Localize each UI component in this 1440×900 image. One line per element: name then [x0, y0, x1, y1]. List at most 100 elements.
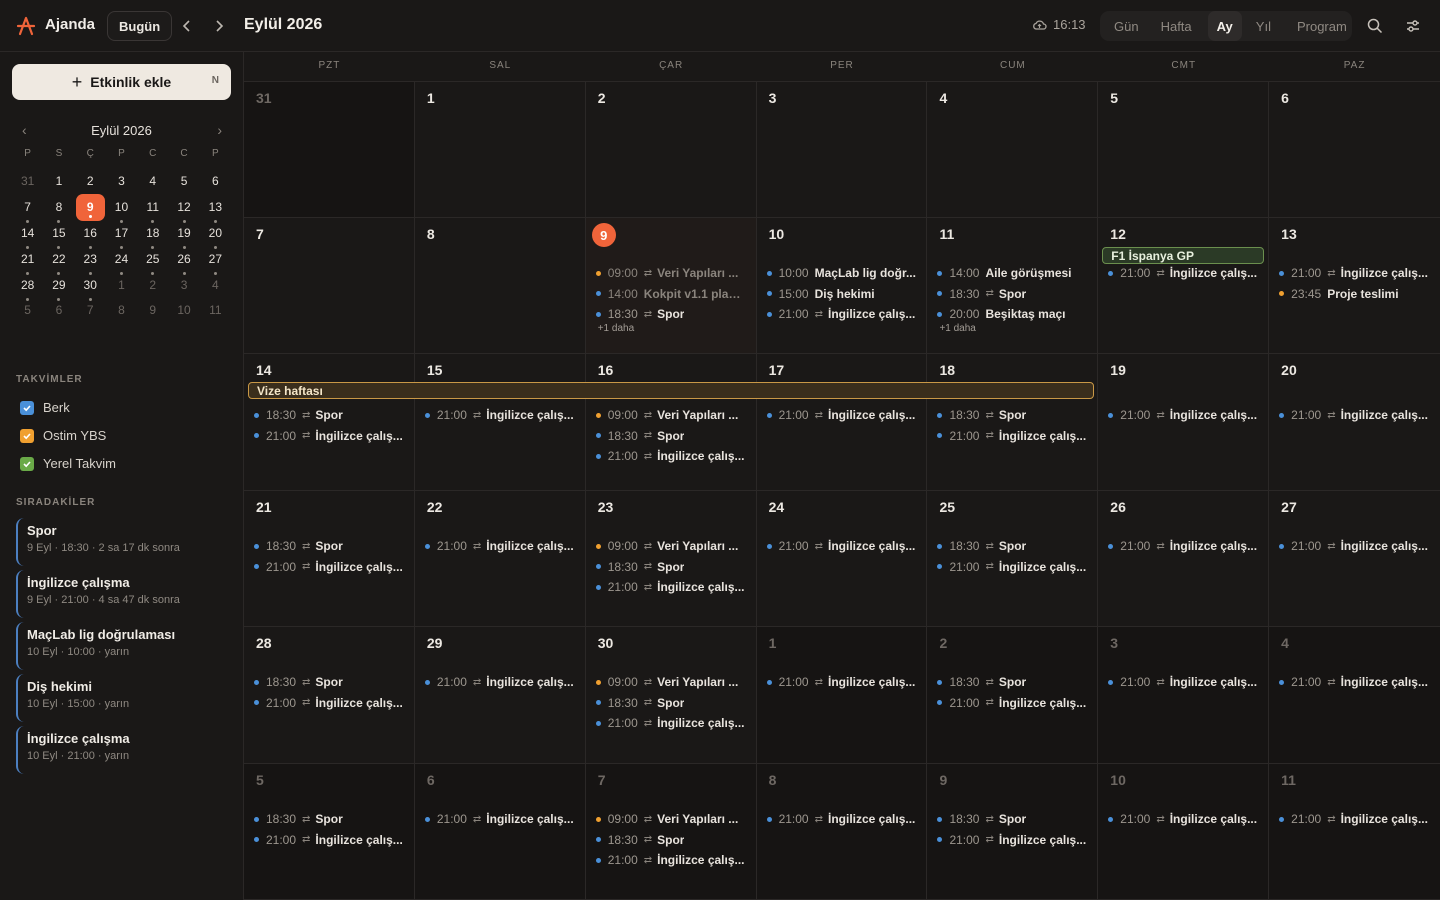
calendar-event[interactable]: 18:30 ⇄ Spor: [254, 673, 406, 691]
calendar-event[interactable]: 21:00 ⇄ İngilizce çalış...: [1279, 673, 1432, 691]
day-cell[interactable]: 11 14:00 Aile görüşmesi 18:30 ⇄ Spor 20:00 Beşi…: [927, 218, 1099, 353]
mini-calendar-day[interactable]: 7: [75, 297, 106, 324]
calendar-event[interactable]: 18:30 ⇄ Spor: [254, 537, 406, 555]
calendar-event[interactable]: 21:00 ⇄ İngilizce çalış...: [1279, 537, 1432, 555]
more-events-link[interactable]: +1 daha: [598, 323, 634, 334]
mini-calendar-day[interactable]: 28: [12, 272, 43, 301]
upnext-item[interactable]: Spor 9 Eyl · 18:30 · 2 sa 17 dk sonra: [16, 518, 231, 566]
day-cell[interactable]: 5: [1098, 82, 1270, 217]
day-cell[interactable]: 30 09:00 ⇄ Veri Yapıları ... 18:30 ⇄ Spor 21:00…: [586, 627, 757, 763]
day-cell[interactable]: 23 09:00 ⇄ Veri Yapıları ... 18:30 ⇄ Spor 21:00…: [586, 491, 757, 626]
day-cell[interactable]: 5 18:30 ⇄ Spor 21:00 ⇄ İngilizce çalış...: [244, 764, 415, 899]
add-event-button[interactable]: + Etkinlik ekle N: [12, 64, 231, 100]
day-cell[interactable]: 28 18:30 ⇄ Spor 21:00 ⇄ İngilizce çalış...: [244, 627, 415, 763]
mini-calendar-day[interactable]: 15: [43, 220, 74, 249]
mini-calendar-day[interactable]: 20: [200, 220, 231, 249]
calendar-event[interactable]: 21:00 ⇄ İngilizce çalış...: [595, 578, 748, 596]
mini-calendar-day[interactable]: 26: [168, 246, 199, 275]
calendar-event[interactable]: 21:00 ⇄ İngilizce çalış...: [766, 673, 919, 691]
calendar-event[interactable]: 21:00 ⇄ İngilizce çalış...: [424, 673, 577, 691]
day-cell[interactable]: 27 21:00 ⇄ İngilizce çalış...: [1269, 491, 1440, 626]
mini-calendar-day[interactable]: 8: [106, 297, 137, 324]
day-cell[interactable]: 1: [415, 82, 586, 217]
calendar-event[interactable]: 21:00 ⇄ İngilizce çalış...: [937, 831, 1089, 849]
day-cell[interactable]: 18 18:30 ⇄ Spor 21:00 ⇄ İngilizce çalış...: [927, 354, 1099, 490]
calendar-event[interactable]: 21:00 ⇄ İngilizce çalış...: [254, 558, 406, 576]
calendar-event[interactable]: 21:00 ⇄ İngilizce çalış...: [254, 694, 406, 712]
multi-day-event[interactable]: Vize haftası: [248, 382, 1094, 399]
calendar-event[interactable]: 18:30 ⇄ Spor: [937, 673, 1089, 691]
day-cell[interactable]: 3 21:00 ⇄ İngilizce çalış...: [1098, 627, 1270, 763]
mini-calendar-day[interactable]: 12: [168, 194, 199, 223]
mini-calendar-day[interactable]: 9: [137, 297, 168, 324]
calendar-event[interactable]: 14:00 Kokpit v1.1 planl...: [595, 285, 748, 303]
calendar-event[interactable]: 21:00 ⇄ İngilizce çalış...: [595, 447, 748, 465]
mini-calendar-day[interactable]: 25: [137, 246, 168, 275]
calendar-event[interactable]: 18:30 ⇄ Spor: [595, 831, 748, 849]
mini-calendar-day[interactable]: 2: [75, 168, 106, 195]
mini-calendar-day[interactable]: 6: [200, 168, 231, 195]
mini-calendar-day[interactable]: 11: [200, 297, 231, 324]
mini-calendar-day[interactable]: 9: [75, 193, 106, 221]
mini-calendar-day[interactable]: 7: [12, 194, 43, 223]
calendar-event[interactable]: 15:00 Diş hekimi: [766, 285, 919, 303]
calendar-event[interactable]: 09:00 ⇄ Veri Yapıları ...: [595, 264, 748, 282]
day-cell[interactable]: 6: [1269, 82, 1440, 217]
mini-calendar-day[interactable]: 5: [168, 168, 199, 195]
mini-calendar-day[interactable]: 17: [106, 220, 137, 249]
calendar-event[interactable]: 18:30 ⇄ Spor: [595, 558, 748, 576]
calendar-event[interactable]: 09:00 ⇄ Veri Yapıları ...: [595, 810, 748, 828]
calendar-event[interactable]: 21:00 ⇄ İngilizce çalış...: [424, 406, 577, 424]
mini-calendar-day[interactable]: 21: [12, 246, 43, 275]
calendar-event[interactable]: 21:00 ⇄ İngilizce çalış...: [766, 537, 919, 555]
mini-calendar-day[interactable]: 3: [168, 272, 199, 299]
mini-calendar-day[interactable]: 18: [137, 220, 168, 249]
calendar-event[interactable]: 21:00 ⇄ İngilizce çalış...: [1279, 406, 1432, 424]
day-cell[interactable]: 26 21:00 ⇄ İngilizce çalış...: [1098, 491, 1270, 626]
day-cell[interactable]: 8 21:00 ⇄ İngilizce çalış...: [756, 764, 928, 899]
day-cell[interactable]: 20 21:00 ⇄ İngilizce çalış...: [1269, 354, 1440, 490]
day-cell[interactable]: 3: [757, 82, 928, 217]
day-cell[interactable]: 25 18:30 ⇄ Spor 21:00 ⇄ İngilizce çalış...: [927, 491, 1099, 626]
calendar-event[interactable]: 21:00 ⇄ İngilizce çalış...: [254, 831, 406, 849]
day-cell[interactable]: 9 18:30 ⇄ Spor 21:00 ⇄ İngilizce çalış...: [927, 764, 1099, 899]
day-cell[interactable]: 1 21:00 ⇄ İngilizce çalış...: [756, 627, 928, 763]
day-cell[interactable]: 4: [927, 82, 1099, 217]
calendar-event[interactable]: 18:30 ⇄ Spor: [254, 406, 406, 424]
view-day[interactable]: Gün: [1108, 11, 1145, 41]
view-agenda[interactable]: Program: [1291, 11, 1353, 41]
day-cell[interactable]: 9 09:00 ⇄ Veri Yapıları ... 14:00 Kokpit v1.1…: [585, 218, 757, 353]
search-button[interactable]: [1364, 15, 1386, 37]
mini-calendar-day[interactable]: 10: [106, 194, 137, 223]
day-cell[interactable]: 14 18:30 ⇄ Spor 21:00 ⇄ İngilizce çalış...: [244, 354, 415, 490]
day-cell[interactable]: 10 21:00 ⇄ İngilizce çalış...: [1098, 764, 1270, 899]
calendar-event[interactable]: 21:00 ⇄ İngilizce çalış...: [766, 810, 919, 828]
calendar-event[interactable]: 18:30 ⇄ Spor: [937, 537, 1089, 555]
mini-calendar-day[interactable]: 1: [106, 272, 137, 299]
next-period-button[interactable]: [208, 14, 230, 38]
mini-calendar-day[interactable]: 14: [12, 220, 43, 249]
calendar-event[interactable]: 18:30 ⇄ Spor: [254, 810, 406, 828]
settings-button[interactable]: [1402, 15, 1424, 37]
calendar-toggle[interactable]: Ostim YBS: [20, 428, 106, 443]
mini-calendar-day[interactable]: 4: [200, 272, 231, 299]
calendar-event[interactable]: 21:00 ⇄ İngilizce çalış...: [1108, 406, 1260, 424]
view-year[interactable]: Yıl: [1250, 11, 1277, 41]
day-cell[interactable]: 8: [415, 218, 586, 353]
mini-next-month-button[interactable]: ›: [217, 122, 222, 138]
calendar-event[interactable]: 18:30 ⇄ Spor: [937, 285, 1089, 303]
calendar-event[interactable]: 09:00 ⇄ Veri Yapıları ...: [595, 673, 748, 691]
mini-calendar-day[interactable]: 29: [43, 272, 74, 301]
day-cell[interactable]: 19 21:00 ⇄ İngilizce çalış...: [1098, 354, 1270, 490]
calendar-toggle[interactable]: Yerel Takvim: [20, 456, 116, 471]
mini-calendar-day[interactable]: 10: [168, 297, 199, 324]
day-cell[interactable]: 2 18:30 ⇄ Spor 21:00 ⇄ İngilizce çalış...: [927, 627, 1099, 763]
mini-calendar-day[interactable]: 6: [43, 297, 74, 324]
day-cell[interactable]: 29 21:00 ⇄ İngilizce çalış...: [415, 627, 586, 763]
calendar-event[interactable]: 09:00 ⇄ Veri Yapıları ...: [595, 406, 748, 424]
prev-period-button[interactable]: [176, 14, 198, 38]
day-cell[interactable]: 22 21:00 ⇄ İngilizce çalış...: [415, 491, 586, 626]
calendar-event[interactable]: 18:30 ⇄ Spor: [595, 427, 748, 445]
calendar-event[interactable]: 10:00 MaçLab lig doğr...: [766, 264, 919, 282]
upnext-item[interactable]: MaçLab lig doğrulaması 10 Eyl · 10:00 · y…: [16, 622, 231, 670]
